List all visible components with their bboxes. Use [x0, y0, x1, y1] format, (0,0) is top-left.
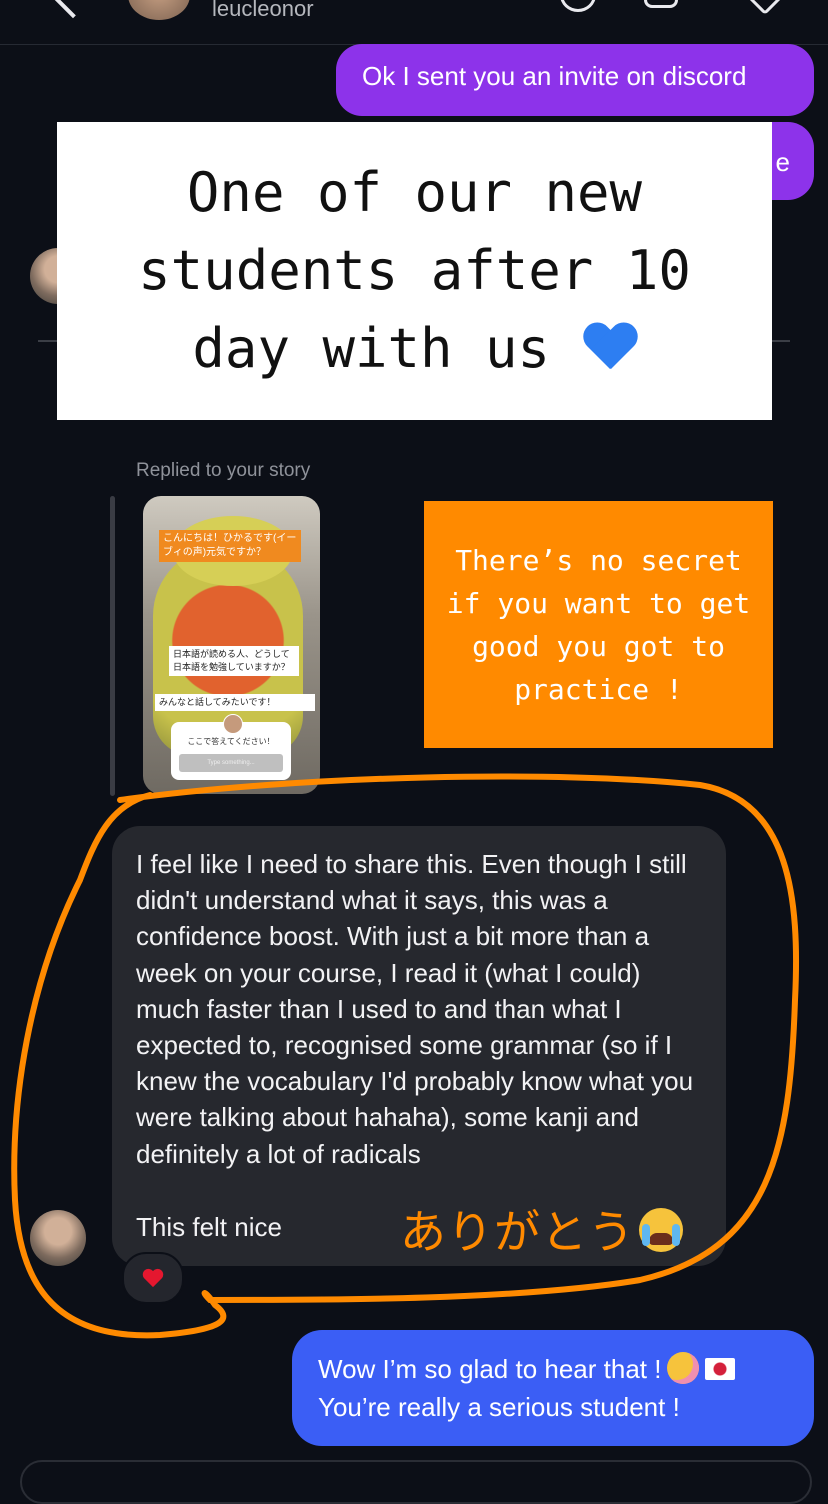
message-text: You’re really a serious student !: [318, 1392, 680, 1422]
video-icon[interactable]: [644, 0, 678, 8]
sender-avatar[interactable]: [30, 1210, 86, 1266]
message-text: I feel like I need to share this. Even t…: [136, 849, 694, 1169]
question-input: Type something...: [179, 754, 283, 772]
chat-header: [0, 0, 828, 45]
question-avatar: [223, 714, 243, 734]
annotation-label: ありがとう: [400, 1206, 635, 1258]
outgoing-message[interactable]: Ok I sent you an invite on discord: [336, 44, 814, 116]
story-text-tag: みんなと話してみたいです！: [155, 694, 315, 711]
message-text: This felt nice: [136, 1212, 282, 1242]
story-text-tag: こんにちは！ひかるです(イーブィの声)元気ですか？: [159, 530, 301, 562]
story-reply-label: Replied to your story: [136, 460, 311, 481]
japan-flag-emoji: [705, 1358, 736, 1380]
message-text: Wow I’m so glad to hear that !: [318, 1354, 662, 1384]
annotation-text: ありがとう: [400, 1196, 683, 1262]
message-reaction[interactable]: [122, 1252, 184, 1304]
outgoing-message[interactable]: Wow I’m so glad to hear that ! You’re re…: [292, 1330, 814, 1446]
orange-note-text: There’s no secret if you want to get goo…: [446, 543, 751, 706]
header-username[interactable]: leucleonor: [212, 0, 314, 22]
story-thumbnail[interactable]: こんにちは！ひかるです(イーブィの声)元気ですか？ 日本語が読める人、どうして日…: [143, 496, 320, 794]
reply-indicator: [110, 496, 115, 796]
smiling-hearts-emoji: [667, 1352, 700, 1384]
story-text-tag: 日本語が読める人、どうして日本語を勉強していますか？: [169, 646, 299, 676]
crying-emoji: [639, 1208, 683, 1252]
message-text: e: [775, 147, 790, 177]
message-input[interactable]: [20, 1460, 812, 1504]
message-text: Ok I sent you an invite on discord: [362, 61, 747, 91]
title-overlay: One of our new students after 10 day wit…: [57, 122, 772, 420]
heart-icon: [142, 1268, 164, 1288]
orange-note: There’s no secret if you want to get goo…: [424, 501, 773, 748]
blue-heart-emoji: [583, 319, 637, 373]
question-title: ここで答えてください！: [187, 737, 275, 746]
